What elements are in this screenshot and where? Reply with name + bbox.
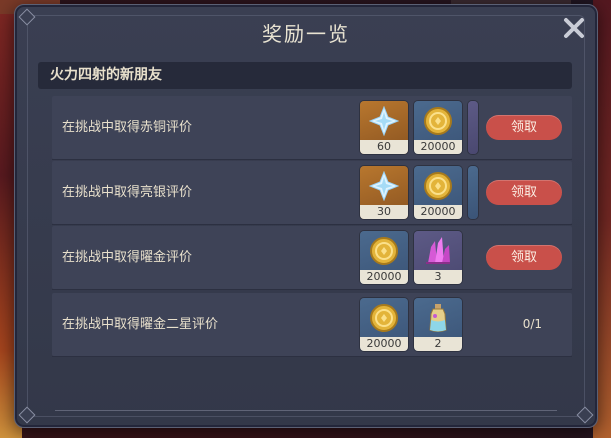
row-label: 在挑战中取得亮银评价 — [62, 185, 193, 200]
reward-item-partial — [468, 166, 478, 219]
reward-item[interactable]: 20000 — [414, 101, 462, 154]
mora-coin-icon — [424, 107, 452, 135]
reward-item[interactable]: 20000 — [360, 231, 408, 284]
row-label: 在挑战中取得赤铜评价 — [62, 120, 193, 135]
claim-button[interactable]: 领取 — [486, 245, 562, 270]
close-x-icon — [564, 18, 584, 38]
claim-button[interactable]: 领取 — [486, 115, 562, 140]
item-quantity: 2 — [414, 337, 462, 351]
bottom-divider — [55, 410, 557, 411]
close-button[interactable] — [561, 15, 587, 41]
reward-item[interactable]: 20000 — [414, 166, 462, 219]
progress-counter: 0/1 — [522, 317, 542, 331]
claim-button[interactable]: 领取 — [486, 180, 562, 205]
mora-coin-icon — [370, 237, 398, 265]
reward-row: 在挑战中取得曜金评价 20000 3 领取 — [52, 226, 572, 290]
reward-item-partial — [468, 101, 478, 154]
reward-item[interactable]: 20000 — [360, 298, 408, 351]
mora-coin-icon — [370, 304, 398, 332]
row-label: 在挑战中取得曜金二星评价 — [62, 317, 219, 332]
section-header: 火力四射的新朋友 — [38, 62, 572, 89]
item-quantity: 20000 — [360, 270, 408, 284]
crystal-ore-icon — [426, 237, 450, 264]
primogem-icon — [369, 171, 399, 201]
reward-item[interactable]: 2 — [414, 298, 462, 351]
reward-row: 在挑战中取得亮银评价 30 20000 领取 — [52, 161, 572, 225]
item-quantity: 20000 — [414, 140, 462, 154]
item-quantity: 20000 — [414, 205, 462, 219]
item-quantity: 30 — [360, 205, 408, 219]
item-quantity: 3 — [414, 270, 462, 284]
row-label: 在挑战中取得曜金评价 — [62, 250, 193, 265]
potion-bottle-icon — [429, 304, 447, 332]
corner-ornament — [18, 406, 36, 424]
reward-row: 在挑战中取得赤铜评价 60 20000 领取 — [52, 96, 572, 160]
primogem-icon — [369, 106, 399, 136]
reward-item[interactable]: 60 — [360, 101, 408, 154]
reward-item[interactable]: 30 — [360, 166, 408, 219]
corner-ornament — [576, 406, 594, 424]
reward-item[interactable]: 3 — [414, 231, 462, 284]
reward-row: 在挑战中取得曜金二星评价 20000 2 0/1 — [52, 293, 572, 357]
mora-coin-icon — [424, 172, 452, 200]
item-quantity: 60 — [360, 140, 408, 154]
item-quantity: 20000 — [360, 337, 408, 351]
dialog-title: 奖励一览 — [262, 22, 350, 46]
